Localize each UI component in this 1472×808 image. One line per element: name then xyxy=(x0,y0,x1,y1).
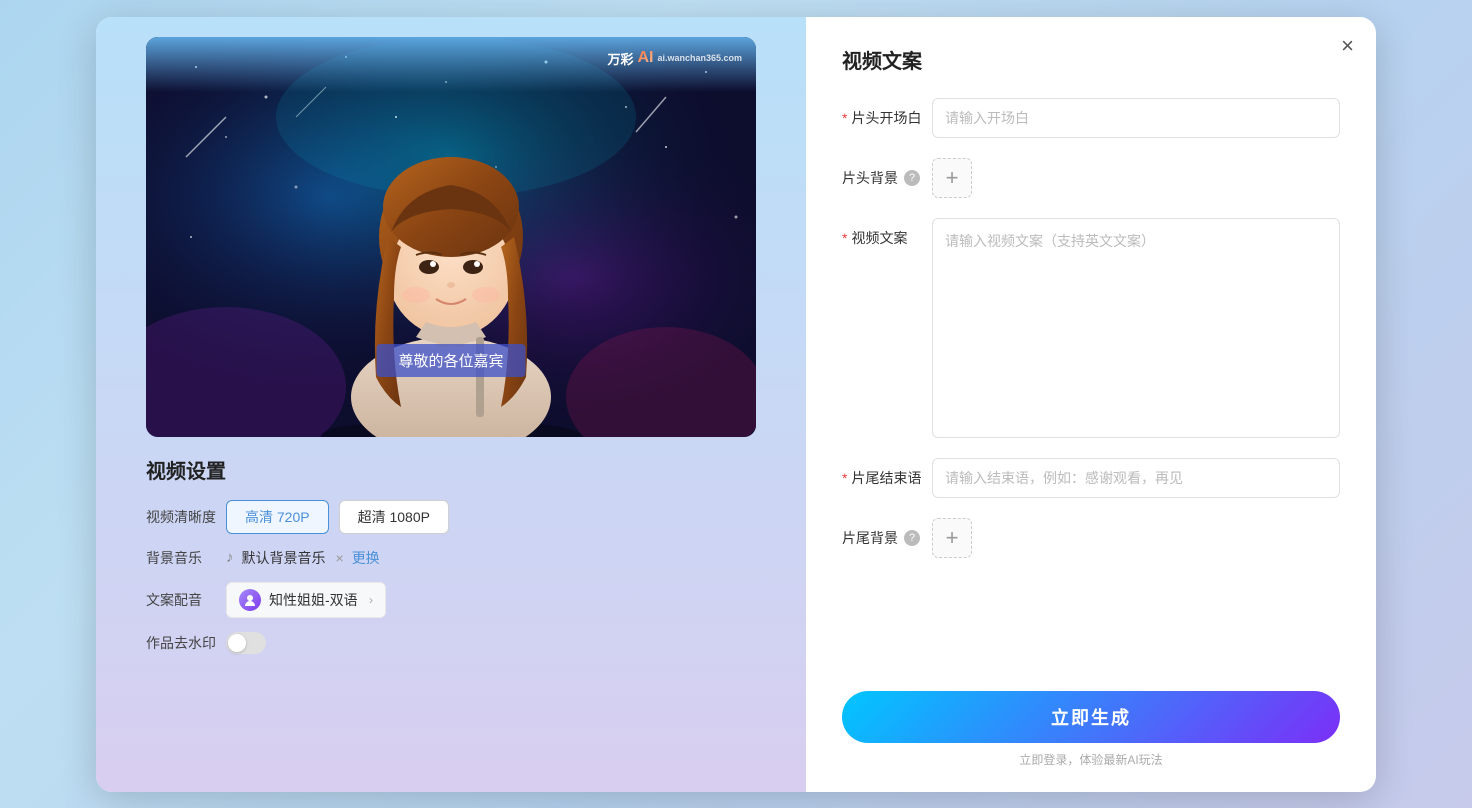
voice-label: 文案配音 xyxy=(146,590,226,610)
content-textarea[interactable] xyxy=(932,218,1340,438)
watermark: 万彩 AI ai.wanchan365.com xyxy=(607,49,742,68)
panel-title: 视频文案 xyxy=(842,45,1340,74)
content-row: * 视频文案 xyxy=(842,218,1340,438)
watermark-toggle[interactable] xyxy=(226,632,266,654)
footer-bg-label: 片尾背景 ? xyxy=(842,518,932,548)
watermark-ai: AI xyxy=(637,49,653,67)
footer-bg-help-icon[interactable]: ? xyxy=(904,530,920,546)
clarity-row: 视频清晰度 高清 720P 超清 1080P xyxy=(146,500,756,534)
voice-arrow-icon: › xyxy=(369,593,373,607)
toggle-knob xyxy=(228,634,246,652)
music-info: ♪ 默认背景音乐 × 更换 xyxy=(226,548,380,568)
footer-bg-add-button[interactable]: + xyxy=(932,518,972,558)
header-bg-label: 片头背景 ? xyxy=(842,158,932,188)
music-remove-button[interactable]: × xyxy=(336,550,344,566)
closing-label: * 片尾结束语 xyxy=(842,458,932,488)
voice-avatar xyxy=(239,589,261,611)
music-label: 背景音乐 xyxy=(146,548,226,568)
form-section: * 片头开场白 片头背景 ? + * xyxy=(842,98,1340,675)
generate-button[interactable]: 立即生成 xyxy=(842,691,1340,743)
content-label: * 视频文案 xyxy=(842,218,932,248)
opening-input[interactable] xyxy=(932,98,1340,138)
header-bg-row: 片头背景 ? + xyxy=(842,158,1340,198)
music-change-button[interactable]: 更换 xyxy=(352,548,380,568)
watermark-brand: 万彩 xyxy=(607,49,633,68)
modal-overlay: 万彩 AI ai.wanchan365.com 尊敬的各位嘉宾 视频设置 xyxy=(0,0,1472,808)
settings-title: 视频设置 xyxy=(146,455,756,484)
closing-required-star: * xyxy=(842,470,847,486)
watermark-row: 作品去水印 xyxy=(146,632,756,654)
modal-container: 万彩 AI ai.wanchan365.com 尊敬的各位嘉宾 视频设置 xyxy=(96,17,1376,792)
music-row: 背景音乐 ♪ 默认背景音乐 × 更换 xyxy=(146,548,756,568)
opening-required-star: * xyxy=(842,110,847,126)
quality-1080p-button[interactable]: 超清 1080P xyxy=(339,500,449,534)
subtitle-banner: 尊敬的各位嘉宾 xyxy=(376,344,525,377)
avatar-illustration xyxy=(146,37,756,437)
opening-label: * 片头开场白 xyxy=(842,98,932,128)
header-bg-add-button[interactable]: + xyxy=(932,158,972,198)
closing-row: * 片尾结束语 xyxy=(842,458,1340,498)
voice-row: 文案配音 知性姐姐-双语 › xyxy=(146,582,756,618)
left-panel: 万彩 AI ai.wanchan365.com 尊敬的各位嘉宾 视频设置 xyxy=(96,17,806,792)
voice-name: 知性姐姐-双语 xyxy=(269,590,358,610)
quality-720p-button[interactable]: 高清 720P xyxy=(226,500,329,534)
watermark-toggle-label: 作品去水印 xyxy=(146,633,226,653)
content-required-star: * xyxy=(842,230,847,246)
clarity-label: 视频清晰度 xyxy=(146,507,226,527)
watermark-sub: ai.wanchan365.com xyxy=(657,53,742,63)
right-panel: × 视频文案 * 片头开场白 片头背景 ? + xyxy=(806,17,1376,792)
video-settings-section: 视频设置 视频清晰度 高清 720P 超清 1080P 背景音乐 ♪ 默认背景音… xyxy=(146,437,756,668)
video-preview: 万彩 AI ai.wanchan365.com 尊敬的各位嘉宾 xyxy=(146,37,756,437)
footer-bg-row: 片尾背景 ? + xyxy=(842,518,1340,558)
closing-input[interactable] xyxy=(932,458,1340,498)
opening-row: * 片头开场白 xyxy=(842,98,1340,138)
close-button[interactable]: × xyxy=(1341,35,1354,57)
header-bg-help-icon[interactable]: ? xyxy=(904,170,920,186)
music-name: 默认背景音乐 xyxy=(242,548,326,568)
login-hint: 立即登录，体验最新AI玩法 xyxy=(842,751,1340,768)
music-icon: ♪ xyxy=(226,549,234,566)
voice-select[interactable]: 知性姐姐-双语 › xyxy=(226,582,386,618)
